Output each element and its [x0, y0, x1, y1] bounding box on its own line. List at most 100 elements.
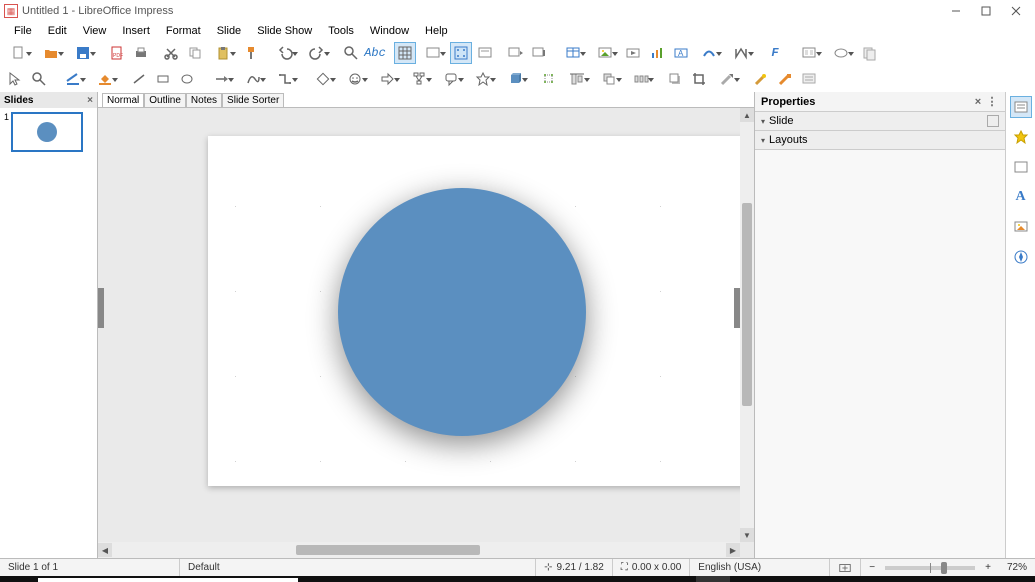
- slide-thumbnail-1[interactable]: 1: [4, 112, 93, 152]
- rotate-button[interactable]: [538, 68, 560, 90]
- master-slide-button[interactable]: [474, 42, 496, 64]
- new-slide-button[interactable]: [826, 42, 856, 64]
- mail-icon[interactable]: [526, 576, 560, 582]
- save-button[interactable]: [68, 42, 98, 64]
- deck-navigator-button[interactable]: [1010, 246, 1032, 268]
- callouts-button[interactable]: [436, 68, 466, 90]
- edge-icon[interactable]: [458, 576, 492, 582]
- menu-file[interactable]: File: [6, 24, 40, 38]
- insert-chart-button[interactable]: [646, 42, 668, 64]
- insert-table-button[interactable]: [558, 42, 588, 64]
- export-pdf-button[interactable]: PDF: [106, 42, 128, 64]
- duplicate-slide-button[interactable]: [858, 42, 880, 64]
- chrome-icon[interactable]: [424, 576, 458, 582]
- properties-close[interactable]: ×: [971, 96, 985, 108]
- settings-icon[interactable]: [560, 576, 594, 582]
- redo-button[interactable]: [302, 42, 332, 64]
- align-objects-button[interactable]: [562, 68, 592, 90]
- display-grid-button[interactable]: [394, 42, 416, 64]
- zoom-tool-button[interactable]: [28, 68, 50, 90]
- symbol-shapes-button[interactable]: [340, 68, 370, 90]
- scroll-down-button[interactable]: ▼: [740, 528, 754, 542]
- workarea[interactable]: ▲ ▼ ◀ ▶: [98, 108, 754, 558]
- taskbar-search[interactable]: Type here to search: [38, 578, 298, 582]
- menu-slide[interactable]: Slide: [209, 24, 249, 38]
- maximize-button[interactable]: [971, 1, 1001, 21]
- menu-view[interactable]: View: [75, 24, 115, 38]
- deck-animation-button[interactable]: [1010, 156, 1032, 178]
- block-arrows-button[interactable]: [372, 68, 402, 90]
- minimize-button[interactable]: [941, 1, 971, 21]
- new-button[interactable]: [4, 42, 34, 64]
- menu-window[interactable]: Window: [362, 24, 417, 38]
- toggle-point-edit-button[interactable]: [798, 68, 820, 90]
- vertical-scroll-thumb[interactable]: [742, 203, 752, 406]
- section-slide-icon[interactable]: [987, 115, 999, 127]
- close-button[interactable]: [1001, 1, 1031, 21]
- properties-section-layouts[interactable]: ▾ Layouts: [755, 131, 1005, 150]
- horizontal-scrollbar[interactable]: ◀ ▶: [98, 542, 740, 558]
- status-zoom[interactable]: 72%: [1007, 562, 1027, 573]
- store-icon[interactable]: [492, 576, 526, 582]
- menu-slideshow[interactable]: Slide Show: [249, 24, 320, 38]
- open-button[interactable]: [36, 42, 66, 64]
- properties-menu[interactable]: ⋮: [985, 95, 999, 108]
- undo-button[interactable]: [270, 42, 300, 64]
- connectors-button[interactable]: [270, 68, 300, 90]
- scroll-right-button[interactable]: ▶: [726, 543, 740, 557]
- insert-special-char-button[interactable]: [726, 42, 756, 64]
- impress-taskbar-icon[interactable]: [696, 576, 730, 582]
- toggle-extrusion-button[interactable]: [750, 68, 772, 90]
- spellcheck-button[interactable]: Abc: [364, 42, 386, 64]
- clone-format-button[interactable]: [240, 42, 262, 64]
- word-icon[interactable]: W: [594, 576, 628, 582]
- deck-gallery-button[interactable]: [1010, 216, 1032, 238]
- flowchart-button[interactable]: [404, 68, 434, 90]
- snap-grid-button[interactable]: [450, 42, 472, 64]
- chrome2-icon[interactable]: [628, 576, 662, 582]
- zoom-out-button[interactable]: −: [869, 562, 875, 573]
- left-splitter[interactable]: [98, 288, 104, 328]
- stars-banners-button[interactable]: [468, 68, 498, 90]
- fill-color-button[interactable]: [90, 68, 120, 90]
- slide-canvas[interactable]: [208, 136, 754, 486]
- scroll-left-button[interactable]: ◀: [98, 543, 112, 557]
- copy-button[interactable]: [184, 42, 206, 64]
- start-first-slide-button[interactable]: [504, 42, 526, 64]
- display-views-button[interactable]: [418, 42, 448, 64]
- fit-slide-button[interactable]: [830, 559, 861, 576]
- find-replace-button[interactable]: [340, 42, 362, 64]
- 3d-objects-button[interactable]: [500, 68, 530, 90]
- vertical-scrollbar[interactable]: ▲ ▼: [740, 108, 754, 542]
- status-language[interactable]: English (USA): [698, 562, 761, 573]
- show-gluepoints-button[interactable]: [774, 68, 796, 90]
- start-current-slide-button[interactable]: [528, 42, 550, 64]
- insert-textbox-button[interactable]: A: [670, 42, 692, 64]
- menu-help[interactable]: Help: [417, 24, 456, 38]
- insert-hyperlink-button[interactable]: F: [764, 42, 786, 64]
- deck-master-slides-button[interactable]: A: [1010, 186, 1032, 208]
- zoom-slider[interactable]: [885, 566, 975, 570]
- slide-layout-button[interactable]: [794, 42, 824, 64]
- insert-av-button[interactable]: [622, 42, 644, 64]
- horizontal-scroll-thumb[interactable]: [296, 545, 480, 555]
- file-explorer-icon[interactable]: [390, 576, 424, 582]
- zoom-in-button[interactable]: +: [985, 562, 991, 573]
- curves-polygons-button[interactable]: [238, 68, 268, 90]
- task-view-icon[interactable]: [356, 576, 390, 582]
- cortana-icon[interactable]: [322, 576, 356, 582]
- paste-button[interactable]: [208, 42, 238, 64]
- rectangle-button[interactable]: [152, 68, 174, 90]
- menu-edit[interactable]: Edit: [40, 24, 75, 38]
- deck-slide-transition-button[interactable]: [1010, 126, 1032, 148]
- menu-format[interactable]: Format: [158, 24, 209, 38]
- scroll-up-button[interactable]: ▲: [740, 108, 754, 122]
- menu-insert[interactable]: Insert: [114, 24, 158, 38]
- select-tool-button[interactable]: [4, 68, 26, 90]
- shadow-button[interactable]: [664, 68, 686, 90]
- ellipse-shape[interactable]: [338, 188, 586, 436]
- cut-button[interactable]: [160, 42, 182, 64]
- basic-shapes-button[interactable]: [308, 68, 338, 90]
- misc-app-icon[interactable]: [662, 576, 696, 582]
- insert-image-button[interactable]: [590, 42, 620, 64]
